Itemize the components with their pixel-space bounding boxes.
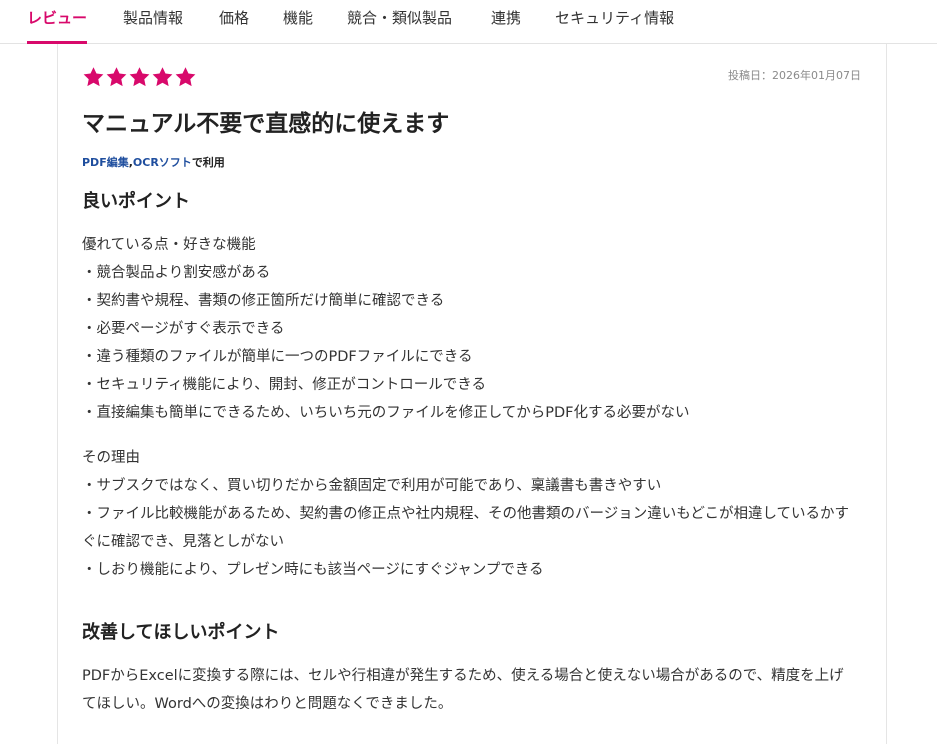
tab-competitors[interactable]: 競合・類似製品 xyxy=(347,0,452,44)
list-item: ・サブスクではなく、買い切りだから金額固定で利用が可能であり、稟議書も書きやすい xyxy=(82,478,662,494)
tab-product-info[interactable]: 製品情報 xyxy=(123,0,183,44)
review-tab-bar: レビュー 製品情報 価格 機能 競合・類似製品 連携 セキュリティ情報 xyxy=(0,0,937,44)
good-points-features: 優れている点・好きな機能 ・競合製品より割安感がある ・契約書や規程、書類の修正… xyxy=(82,231,862,427)
tab-security[interactable]: セキュリティ情報 xyxy=(555,0,674,44)
improvement-text-block: PDFからExcelに変換する際には、セルや行相違が発生するため、使える場合と使… xyxy=(82,662,862,718)
post-date: 投稿日：2026年01月07日 xyxy=(728,69,861,82)
list-item: ・契約書や規程、書類の修正箇所だけ簡単に確認できる xyxy=(82,293,445,309)
list-item: ・競合製品より割安感がある xyxy=(82,265,271,281)
list-item: ・しおり機能により、プレゼン時にも該当ページにすぐジャンプできる xyxy=(82,562,544,578)
reasons-heading: その理由 xyxy=(82,450,140,466)
star-icon xyxy=(129,67,150,87)
list-item: ・違う種類のファイルが簡単に一つのPDFファイルにできる xyxy=(82,349,473,365)
tab-price[interactable]: 価格 xyxy=(219,0,249,44)
category-link-pdf-edit[interactable]: PDF編集 xyxy=(82,156,129,169)
good-points-reasons: その理由 ・サブスクではなく、買い切りだから金額固定で利用が可能であり、稟議書も… xyxy=(82,444,862,584)
tab-integrations[interactable]: 連携 xyxy=(491,0,521,44)
star-icon xyxy=(106,67,127,87)
star-rating xyxy=(82,63,197,91)
review-title: マニュアル不要で直感的に使えます xyxy=(82,111,450,137)
tab-features[interactable]: 機能 xyxy=(283,0,313,44)
tab-review[interactable]: レビュー xyxy=(27,0,88,44)
good-points-heading: 良いポイント xyxy=(82,191,190,212)
star-icon xyxy=(175,67,196,87)
list-item: ・ファイル比較機能があるため、契約書の修正点や社内規程、その他書類のバージョン違… xyxy=(82,506,850,550)
improvement-text: PDFからExcelに変換する際には、セルや行相違が発生するため、使える場合と使… xyxy=(82,668,844,712)
usage-suffix: で利用 xyxy=(191,156,225,169)
star-icon xyxy=(83,67,104,87)
list-item: ・直接編集も簡単にできるため、いちいち元のファイルを修正してからPDF化する必要… xyxy=(82,405,690,421)
usage-categories: PDF編集,OCRソフトで利用 xyxy=(82,154,225,170)
star-icon xyxy=(152,67,173,87)
features-heading: 優れている点・好きな機能 xyxy=(82,237,256,253)
list-item: ・セキュリティ機能により、開封、修正がコントロールできる xyxy=(82,377,486,393)
improvement-heading: 改善してほしいポイント xyxy=(82,622,280,643)
category-link-ocr[interactable]: OCRソフト xyxy=(133,156,192,169)
list-item: ・必要ページがすぐ表示できる xyxy=(82,321,285,337)
